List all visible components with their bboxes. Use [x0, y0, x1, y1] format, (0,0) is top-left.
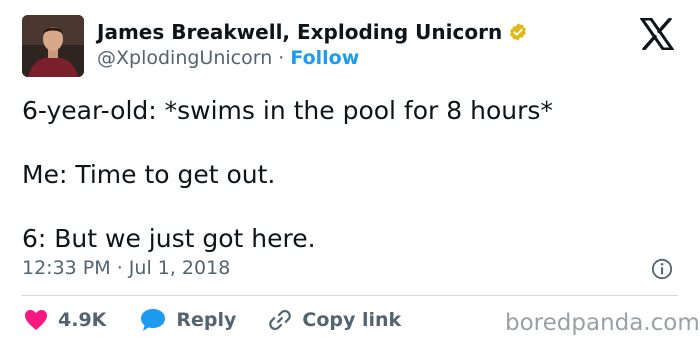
author-name-row: James Breakwell, Exploding Unicorn [97, 20, 528, 44]
tweet-line: 6: But we just got here. [22, 224, 316, 253]
handle-separator: · [278, 47, 285, 69]
tweet-date: Jul 1, 2018 [128, 257, 231, 279]
divider [22, 295, 678, 296]
tweet-time: 12:33 PM [22, 257, 111, 279]
like-button[interactable]: 4.9K [24, 309, 106, 331]
info-icon[interactable] [651, 258, 673, 280]
follow-button[interactable]: Follow [290, 47, 359, 69]
timestamp-separator: · [116, 257, 123, 279]
heart-icon [25, 310, 47, 330]
action-bar: 4.9K Reply Copy link [24, 308, 401, 332]
like-count: 4.9K [58, 309, 107, 331]
tweet-timestamp[interactable]: 12:33 PM · Jul 1, 2018 [22, 257, 230, 279]
author-handle[interactable]: @XplodingUnicorn [97, 47, 272, 69]
verified-badge-icon [510, 23, 527, 41]
reply-label: Reply [176, 309, 237, 331]
x-logo-icon[interactable] [640, 18, 674, 50]
author-display-name[interactable]: James Breakwell, Exploding Unicorn [97, 20, 502, 44]
speech-bubble-icon [141, 309, 166, 331]
tweet-line: Me: Time to get out. [22, 160, 276, 189]
watermark: boredpanda.com [505, 310, 700, 336]
link-icon [269, 309, 292, 331]
avatar[interactable] [22, 15, 84, 77]
copy-link-button[interactable]: Copy link [268, 308, 401, 332]
reply-button[interactable]: Reply [140, 308, 236, 332]
tweet-line: 6-year-old: *swims in the pool for 8 hou… [22, 96, 553, 125]
avatar-image [22, 15, 84, 77]
author-handle-row: @XplodingUnicorn · Follow [97, 47, 359, 69]
copy-link-label: Copy link [302, 309, 402, 331]
